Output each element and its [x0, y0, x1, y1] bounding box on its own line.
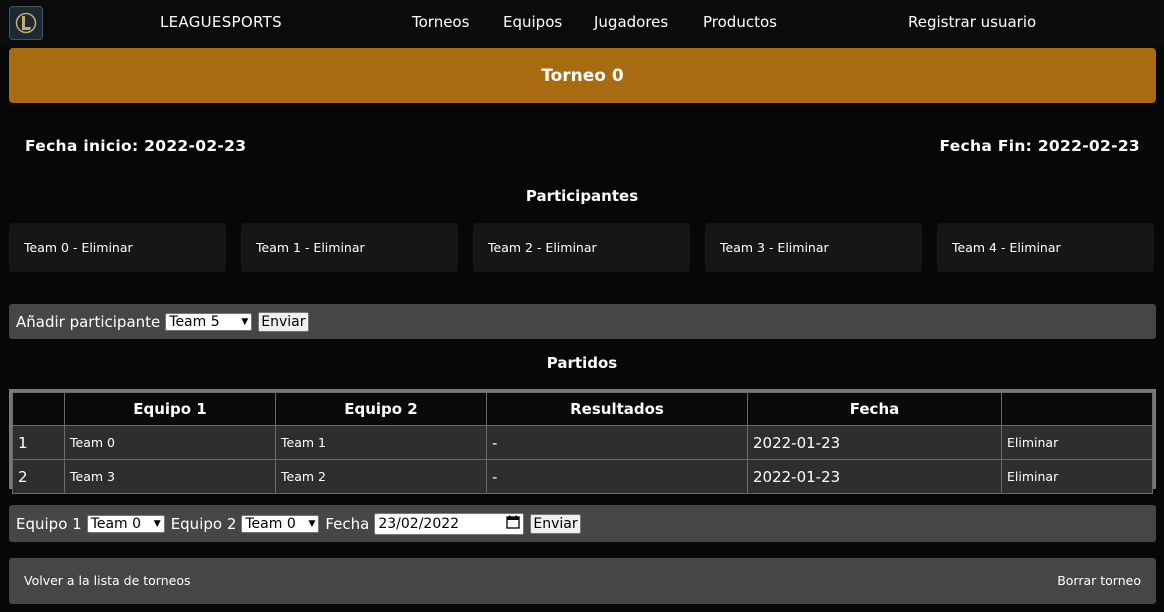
nav-link-register[interactable]: Registrar usuario — [908, 13, 1036, 31]
match-team1: Team 0 — [64, 425, 276, 460]
column-header — [12, 392, 65, 426]
chevron-down-icon: ▼ — [153, 518, 161, 529]
match-team2: Team 2 — [275, 459, 487, 494]
match-result: - — [486, 425, 748, 460]
add-participant-submit-button[interactable]: Enviar — [258, 311, 309, 332]
match-date: 2022-01-23 — [747, 425, 1002, 460]
tournament-title: Torneo 0 — [541, 65, 624, 86]
participant-card[interactable]: Team 0 - Eliminar — [9, 223, 226, 272]
back-to-tournaments-link[interactable]: Volver a la lista de torneos — [24, 573, 190, 588]
nav-link-productos[interactable]: Productos — [703, 13, 777, 31]
participant-select-value: Team 5 — [169, 313, 220, 330]
date-label: Fecha — [325, 514, 370, 533]
nav-link-equipos[interactable]: Equipos — [503, 13, 562, 31]
participant-label[interactable]: Team 1 - Eliminar — [256, 240, 365, 255]
column-header-date: Fecha — [747, 392, 1002, 426]
match-number: 2 — [12, 459, 65, 494]
nav-link-torneos[interactable]: Torneos — [412, 13, 469, 31]
team1-label: Equipo 1 — [16, 514, 82, 533]
calendar-icon[interactable] — [506, 515, 521, 533]
participant-label[interactable]: Team 3 - Eliminar — [720, 240, 829, 255]
add-match-submit-button[interactable]: Enviar — [530, 513, 581, 534]
column-header-team2: Equipo 2 — [275, 392, 487, 426]
add-participant-form: Añadir participante Team 5 ▼ Enviar — [9, 304, 1156, 339]
participant-card[interactable]: Team 1 - Eliminar — [241, 223, 458, 272]
matches-table-container: Equipo 1 Equipo 2 Resultados Fecha 1 Tea… — [9, 389, 1156, 494]
column-header-results: Resultados — [486, 392, 748, 426]
table-row: 2 Team 3 Team 2 - 2022-01-23 Eliminar — [12, 459, 1153, 494]
tournament-title-banner: Torneo 0 — [9, 48, 1156, 103]
participant-card[interactable]: Team 4 - Eliminar — [937, 223, 1154, 272]
participant-label[interactable]: Team 0 - Eliminar — [24, 240, 133, 255]
date-input[interactable]: 23/02/2022 — [374, 512, 525, 535]
participant-card[interactable]: Team 3 - Eliminar — [705, 223, 922, 272]
footer-bar: Volver a la lista de torneos Borrar torn… — [9, 558, 1156, 604]
end-date: Fecha Fin: 2022-02-23 — [939, 137, 1140, 155]
match-team2: Team 1 — [275, 425, 487, 460]
team1-select-value: Team 0 — [90, 515, 142, 532]
participant-card[interactable]: Team 2 - Eliminar — [473, 223, 690, 272]
delete-match-link[interactable]: Eliminar — [1001, 425, 1153, 460]
table-row: 1 Team 0 Team 1 - 2022-01-23 Eliminar — [12, 425, 1153, 460]
chevron-down-icon: ▼ — [308, 518, 316, 529]
chevron-down-icon: ▼ — [241, 316, 249, 327]
top-navbar: LEAGUESPORTS Torneos Equipos Jugadores P… — [0, 0, 1164, 46]
match-number: 1 — [12, 425, 65, 460]
match-team1: Team 3 — [64, 459, 276, 494]
date-input-value: 23/02/2022 — [378, 515, 460, 532]
match-result: - — [486, 459, 748, 494]
add-match-form: Equipo 1 Team 0 ▼ Equipo 2 Team 0 ▼ Fech… — [9, 505, 1156, 542]
participant-label[interactable]: Team 4 - Eliminar — [952, 240, 1061, 255]
table-header-row: Equipo 1 Equipo 2 Resultados Fecha — [12, 392, 1153, 426]
delete-tournament-link[interactable]: Borrar torneo — [1057, 573, 1141, 588]
team2-select[interactable]: Team 0 ▼ — [241, 514, 320, 533]
nav-link-jugadores[interactable]: Jugadores — [594, 13, 668, 31]
column-header-team1: Equipo 1 — [64, 392, 276, 426]
league-logo-icon[interactable] — [9, 6, 43, 40]
participant-label[interactable]: Team 2 - Eliminar — [488, 240, 597, 255]
participant-select[interactable]: Team 5 ▼ — [165, 312, 253, 331]
team2-label: Equipo 2 — [170, 514, 237, 533]
matches-heading: Partidos — [546, 354, 618, 372]
matches-table: Equipo 1 Equipo 2 Resultados Fecha 1 Tea… — [12, 392, 1153, 494]
team2-select-value: Team 0 — [245, 515, 296, 532]
brand-name[interactable]: LEAGUESPORTS — [160, 13, 282, 31]
column-header — [1001, 392, 1153, 426]
delete-match-link[interactable]: Eliminar — [1001, 459, 1153, 494]
participants-heading: Participantes — [525, 187, 639, 205]
start-date: Fecha inicio: 2022-02-23 — [25, 137, 247, 155]
add-participant-label: Añadir participante — [16, 312, 161, 331]
match-date: 2022-01-23 — [747, 459, 1002, 494]
team1-select[interactable]: Team 0 ▼ — [86, 514, 165, 533]
